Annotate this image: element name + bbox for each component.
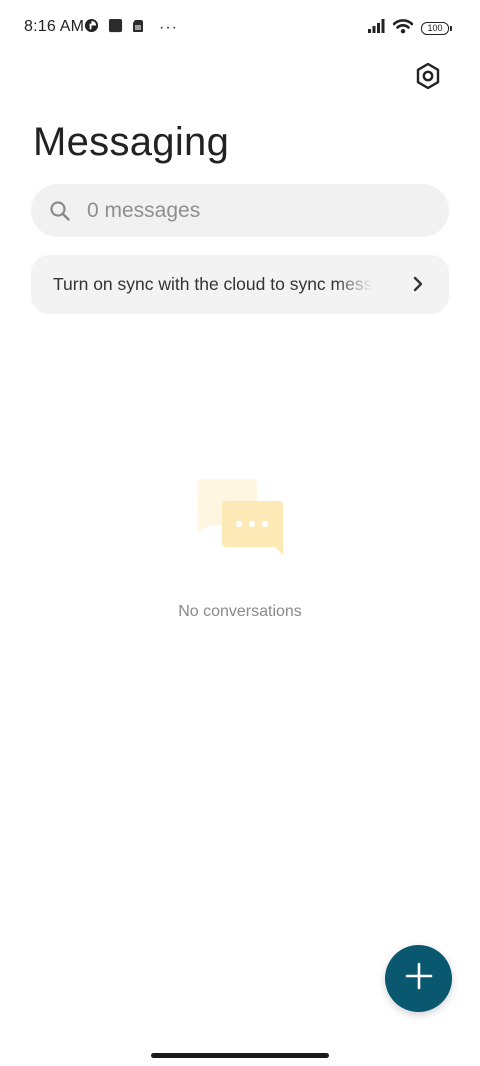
search-input[interactable] — [85, 197, 409, 224]
battery-nub — [450, 25, 452, 31]
cloud-sync-text: Turn on sync with the cloud to sync mess… — [53, 274, 373, 294]
messaging-screen: 8:16 AM ··· 100 Messaging 0 messages Tur… — [0, 0, 480, 1066]
search-bar[interactable] — [31, 184, 449, 237]
status-time: 8:16 AM — [24, 18, 85, 35]
chevron-right-icon — [409, 275, 427, 293]
battery-icon: 100 — [421, 21, 449, 35]
square-notification-icon — [108, 18, 123, 38]
empty-conversations-illustration — [195, 477, 285, 557]
wifi-icon — [392, 18, 414, 39]
cloud-sync-banner[interactable]: Turn on sync with the cloud to sync mess… — [31, 255, 449, 314]
empty-state-text: No conversations — [178, 603, 302, 620]
plus-icon — [404, 961, 434, 996]
battery-level: 100 — [427, 22, 443, 33]
sim-card-icon — [132, 19, 144, 38]
signal-icon — [367, 18, 385, 39]
battery-indicator: 100 — [421, 21, 452, 35]
chat-bubbles-icon — [197, 479, 283, 555]
page-title: Messaging — [33, 120, 230, 164]
settings-button[interactable] — [412, 62, 444, 94]
status-system-icons: 100 — [367, 18, 452, 38]
home-indicator[interactable] — [151, 1053, 329, 1058]
more-notifications-icon: ··· — [159, 19, 178, 36]
new-message-button[interactable] — [385, 945, 452, 1012]
settings-hexagon-icon — [415, 62, 441, 95]
status-notification-icons: ··· — [84, 18, 178, 38]
status-bar: 8:16 AM ··· 100 — [0, 0, 480, 56]
search-icon — [49, 200, 71, 222]
data-saver-icon — [84, 18, 99, 38]
